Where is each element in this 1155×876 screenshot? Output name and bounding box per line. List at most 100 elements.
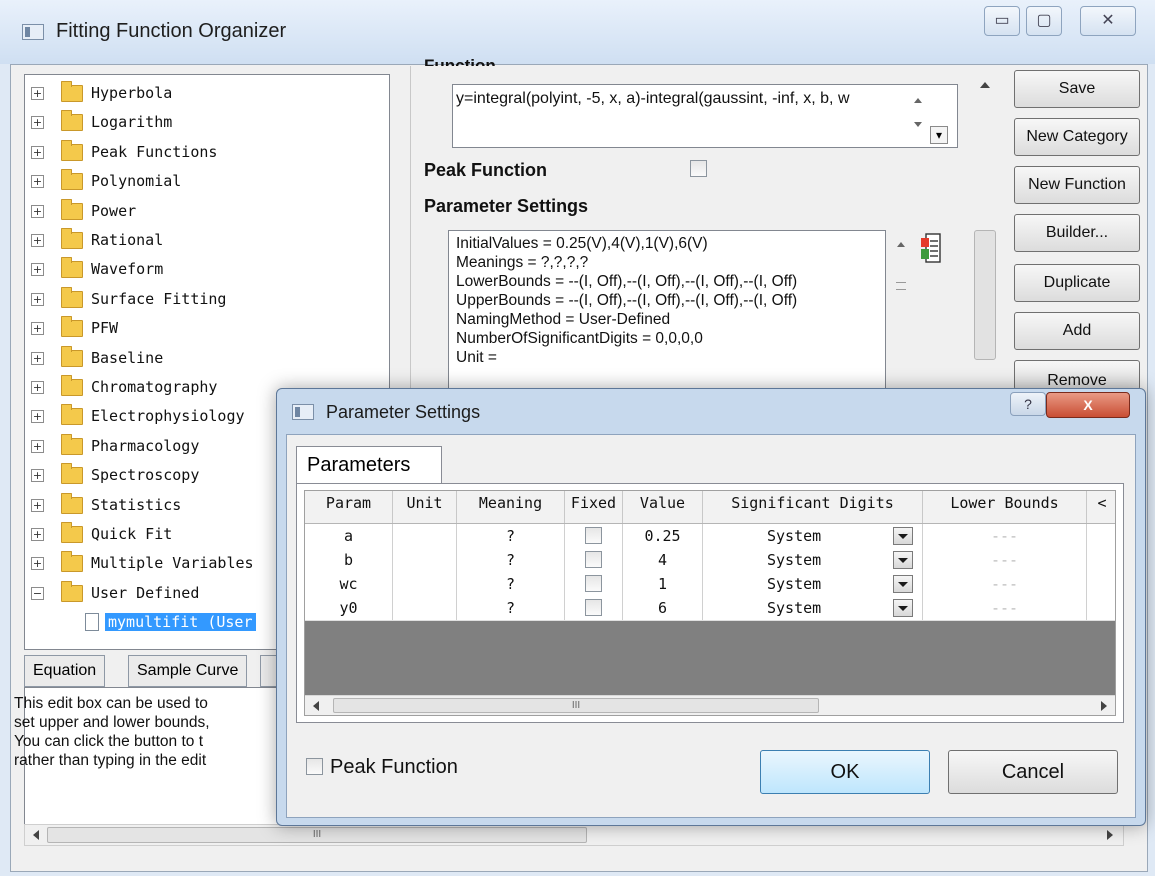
- table-row[interactable]: a? 0.25 System ---: [305, 524, 1115, 549]
- expand-toggle-icon[interactable]: +: [31, 498, 44, 512]
- column-header-significant-digits[interactable]: Significant Digits: [703, 491, 923, 523]
- dialog-help-button[interactable]: ?: [1010, 392, 1046, 416]
- expand-toggle-icon[interactable]: +: [31, 528, 44, 541]
- significant-digits-cell[interactable]: System: [703, 524, 923, 548]
- meaning-cell[interactable]: ?: [457, 596, 565, 620]
- unit-cell[interactable]: [393, 548, 457, 572]
- unit-cell[interactable]: [393, 596, 457, 620]
- fixed-cell[interactable]: [565, 572, 623, 596]
- tree-item[interactable]: + Power: [25, 197, 365, 226]
- expand-toggle-icon[interactable]: +: [31, 116, 44, 130]
- param-scroll-grip-icon[interactable]: [896, 282, 906, 290]
- value-cell[interactable]: 4: [623, 548, 703, 572]
- tree-item[interactable]: + Surface Fitting: [25, 285, 365, 314]
- cancel-button[interactable]: Cancel: [948, 750, 1118, 794]
- remove-button[interactable]: Remove: [1014, 360, 1140, 390]
- value-cell[interactable]: 0.25: [623, 524, 703, 548]
- duplicate-button[interactable]: Duplicate: [1014, 264, 1140, 302]
- expand-toggle-icon[interactable]: +: [31, 145, 44, 159]
- param-cell[interactable]: b: [305, 548, 393, 572]
- column-header-unit[interactable]: Unit: [393, 491, 457, 523]
- scroll-left-arrow-icon[interactable]: [33, 830, 39, 840]
- expand-toggle-icon[interactable]: +: [31, 351, 44, 365]
- new-function-button[interactable]: New Function: [1014, 166, 1140, 204]
- dropdown-arrow-icon[interactable]: [893, 527, 913, 545]
- expand-toggle-icon[interactable]: +: [31, 410, 44, 424]
- unit-cell[interactable]: [393, 524, 457, 548]
- lower-bounds-cell[interactable]: ---: [923, 548, 1087, 572]
- dropdown-arrow-icon[interactable]: [893, 599, 913, 617]
- expand-toggle-icon[interactable]: +: [31, 557, 44, 571]
- tree-item[interactable]: + Baseline: [25, 344, 365, 373]
- expand-toggle-icon[interactable]: +: [31, 87, 44, 100]
- fixed-checkbox[interactable]: [585, 575, 602, 592]
- expand-toggle-icon[interactable]: +: [31, 204, 44, 218]
- save-button[interactable]: Save: [1014, 70, 1140, 108]
- function-scroll-down-icon[interactable]: [914, 122, 922, 127]
- fixed-checkbox[interactable]: [585, 551, 602, 568]
- significant-digits-cell[interactable]: System: [703, 572, 923, 596]
- expand-toggle-icon[interactable]: +: [31, 322, 44, 336]
- value-cell[interactable]: 1: [623, 572, 703, 596]
- dialog-close-button[interactable]: X: [1046, 392, 1130, 418]
- param-cell[interactable]: a: [305, 524, 393, 548]
- fixed-cell[interactable]: [565, 524, 623, 548]
- meaning-cell[interactable]: ?: [457, 524, 565, 548]
- column-header-value[interactable]: Value: [623, 491, 703, 523]
- fixed-checkbox[interactable]: [585, 599, 602, 616]
- param-cell[interactable]: y0: [305, 596, 393, 620]
- expand-toggle-icon[interactable]: +: [31, 263, 44, 277]
- maximize-button[interactable]: ▢: [1026, 6, 1062, 36]
- new-category-button[interactable]: New Category: [1014, 118, 1140, 156]
- peak-function-checkbox[interactable]: [690, 160, 707, 177]
- builder-button[interactable]: Builder...: [1014, 214, 1140, 252]
- main-scroll-thumb[interactable]: III: [47, 827, 587, 843]
- parameters-grid[interactable]: Param Unit Meaning Fixed Value Significa…: [304, 490, 1116, 716]
- significant-digits-cell[interactable]: System: [703, 548, 923, 572]
- dropdown-arrow-icon[interactable]: [893, 551, 913, 569]
- expand-toggle-icon[interactable]: +: [31, 469, 44, 483]
- expand-toggle-icon[interactable]: +: [31, 439, 44, 453]
- ok-button[interactable]: OK: [760, 750, 930, 794]
- tree-item[interactable]: + Peak Functions: [25, 138, 365, 167]
- fixed-cell[interactable]: [565, 548, 623, 572]
- grid-horizontal-scrollbar[interactable]: III: [305, 695, 1115, 715]
- tree-item[interactable]: + Waveform: [25, 255, 365, 284]
- grid-scroll-right-arrow-icon[interactable]: [1101, 701, 1107, 711]
- column-header-param[interactable]: Param: [305, 491, 393, 523]
- parameter-settings-editor-icon[interactable]: [920, 232, 942, 266]
- table-row[interactable]: y0? 6 System ---: [305, 596, 1115, 621]
- grid-scroll-thumb[interactable]: III: [333, 698, 819, 713]
- lower-bounds-cell[interactable]: ---: [923, 572, 1087, 596]
- fixed-cell[interactable]: [565, 596, 623, 620]
- table-row[interactable]: b? 4 System ---: [305, 548, 1115, 573]
- column-header-fixed[interactable]: Fixed: [565, 491, 623, 523]
- grid-scroll-left-icon[interactable]: <: [1087, 491, 1115, 523]
- tab-sample-curve[interactable]: Sample Curve: [128, 655, 248, 687]
- dropdown-arrow-icon[interactable]: [893, 575, 913, 593]
- detail-scroll-thumb[interactable]: [974, 230, 996, 360]
- value-cell[interactable]: 6: [623, 596, 703, 620]
- detail-scroll-up-icon[interactable]: [980, 82, 990, 88]
- tree-item[interactable]: + Hyperbola: [25, 79, 365, 108]
- lower-bounds-cell[interactable]: ---: [923, 524, 1087, 548]
- param-cell[interactable]: wc: [305, 572, 393, 596]
- significant-digits-cell[interactable]: System: [703, 596, 923, 620]
- meaning-cell[interactable]: ?: [457, 572, 565, 596]
- expand-toggle-icon[interactable]: +: [31, 234, 44, 247]
- function-expand-button[interactable]: ▾: [930, 126, 948, 144]
- detail-panel-scrollbar[interactable]: [968, 70, 1002, 390]
- minimize-button[interactable]: ▭: [984, 6, 1020, 36]
- expand-toggle-icon[interactable]: +: [31, 175, 44, 189]
- unit-cell[interactable]: [393, 572, 457, 596]
- param-box-scrollbar[interactable]: [892, 232, 910, 392]
- add-button[interactable]: Add: [1014, 312, 1140, 350]
- column-header-meaning[interactable]: Meaning: [457, 491, 565, 523]
- tree-item[interactable]: + Logarithm: [25, 108, 365, 137]
- scroll-right-arrow-icon[interactable]: [1107, 830, 1113, 840]
- expand-toggle-icon[interactable]: −: [31, 586, 44, 600]
- table-row[interactable]: wc? 1 System ---: [305, 572, 1115, 597]
- param-scroll-up-icon[interactable]: [897, 242, 905, 247]
- dialog-peak-function-checkbox[interactable]: [306, 758, 323, 775]
- tree-item[interactable]: + PFW: [25, 314, 365, 343]
